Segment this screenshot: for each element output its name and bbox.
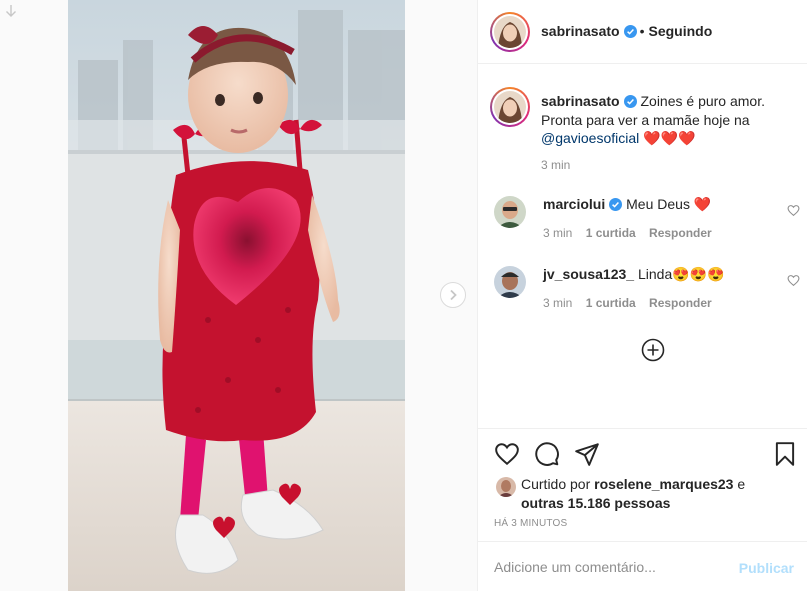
comment-text-line: jv_sousa123_ Linda😍😍😍 — [543, 266, 725, 283]
verified-badge-icon — [609, 198, 623, 211]
comment-meta: 3 min 1 curtida Responder — [543, 296, 722, 310]
chevron-right-icon — [450, 289, 457, 301]
post-timestamp[interactable]: HÁ 3 MINUTOS — [494, 518, 567, 529]
likes-count-link[interactable]: outras 15.186 pessoas — [521, 495, 670, 511]
comment-item: marciolui Meu Deus ❤️ 3 min 1 curtida Re… — [494, 196, 804, 246]
caption-emoji: ❤️❤️❤️ — [643, 130, 696, 146]
heart-outline-icon[interactable] — [787, 204, 800, 217]
likes-joiner: e — [737, 476, 746, 492]
publish-button[interactable]: Publicar — [739, 560, 794, 576]
likes-text: Curtido por roselene_marques23 e outras … — [521, 475, 791, 513]
caption-time[interactable]: 3 min — [541, 158, 570, 172]
media-pane — [0, 0, 477, 591]
speech-bubble-icon[interactable] — [534, 441, 560, 467]
comment-avatar[interactable] — [494, 196, 526, 228]
post-details-panel: sabrinasato • Seguindo sabrinasato Zoines … — [477, 0, 807, 591]
post-actions: Curtido por roselene_marques23 e outras … — [478, 428, 807, 538]
bookmark-icon[interactable] — [772, 441, 798, 467]
comment-time[interactable]: 3 min — [543, 296, 572, 310]
post-caption: sabrinasato Zoines é puro amor. Pronta p… — [541, 92, 791, 148]
reply-button[interactable]: Responder — [649, 226, 712, 240]
comment-input[interactable] — [494, 556, 724, 578]
paper-plane-icon[interactable] — [574, 441, 600, 467]
reply-button[interactable]: Responder — [649, 296, 712, 310]
comment-box: Publicar — [478, 541, 807, 591]
comment-time[interactable]: 3 min — [543, 226, 572, 240]
next-photo-button[interactable] — [440, 282, 466, 308]
down-arrow-icon — [6, 5, 16, 17]
comment-meta: 3 min 1 curtida Responder — [543, 226, 722, 240]
verified-badge-icon — [623, 95, 637, 108]
author-username[interactable]: sabrinasato — [541, 23, 620, 39]
comment-username[interactable]: jv_sousa123_ — [543, 266, 634, 282]
comment-item: jv_sousa123_ Linda😍😍😍 3 min 1 curtida Re… — [494, 266, 804, 316]
comment-text: Linda — [637, 266, 673, 282]
comment-likes[interactable]: 1 curtida — [586, 296, 636, 310]
comment-username[interactable]: marciolui — [543, 196, 605, 212]
likes-prefix: Curtido por — [521, 476, 591, 492]
post-header: sabrinasato • Seguindo — [478, 0, 807, 64]
comment-text-line: marciolui Meu Deus ❤️ — [543, 196, 711, 213]
liker-avatar[interactable] — [496, 477, 516, 497]
comment-text: Meu Deus — [626, 196, 690, 212]
comment-avatar[interactable] — [494, 266, 526, 298]
caption-author-avatar[interactable] — [490, 87, 530, 127]
comment-likes[interactable]: 1 curtida — [586, 226, 636, 240]
heart-outline-icon[interactable] — [787, 274, 800, 287]
comment-emoji: 😍😍😍 — [672, 266, 725, 282]
comment-emoji: ❤️ — [693, 196, 712, 212]
plus-circle-icon[interactable] — [641, 338, 665, 362]
verified-badge-icon — [623, 25, 637, 38]
author-avatar[interactable] — [490, 12, 530, 52]
post-photo[interactable] — [68, 0, 405, 591]
header-user-line: sabrinasato • Seguindo — [541, 23, 712, 39]
caption-username[interactable]: sabrinasato — [541, 93, 620, 109]
liker-username[interactable]: roselene_marques23 — [594, 476, 733, 492]
following-button[interactable]: Seguindo — [649, 23, 713, 39]
separator-dot: • — [639, 23, 645, 39]
heart-outline-icon[interactable] — [494, 441, 520, 467]
caption-mention-link[interactable]: @gavioesoficial — [541, 130, 639, 146]
instagram-post-page: sabrinasato • Seguindo sabrinasato Zoines … — [0, 0, 807, 591]
